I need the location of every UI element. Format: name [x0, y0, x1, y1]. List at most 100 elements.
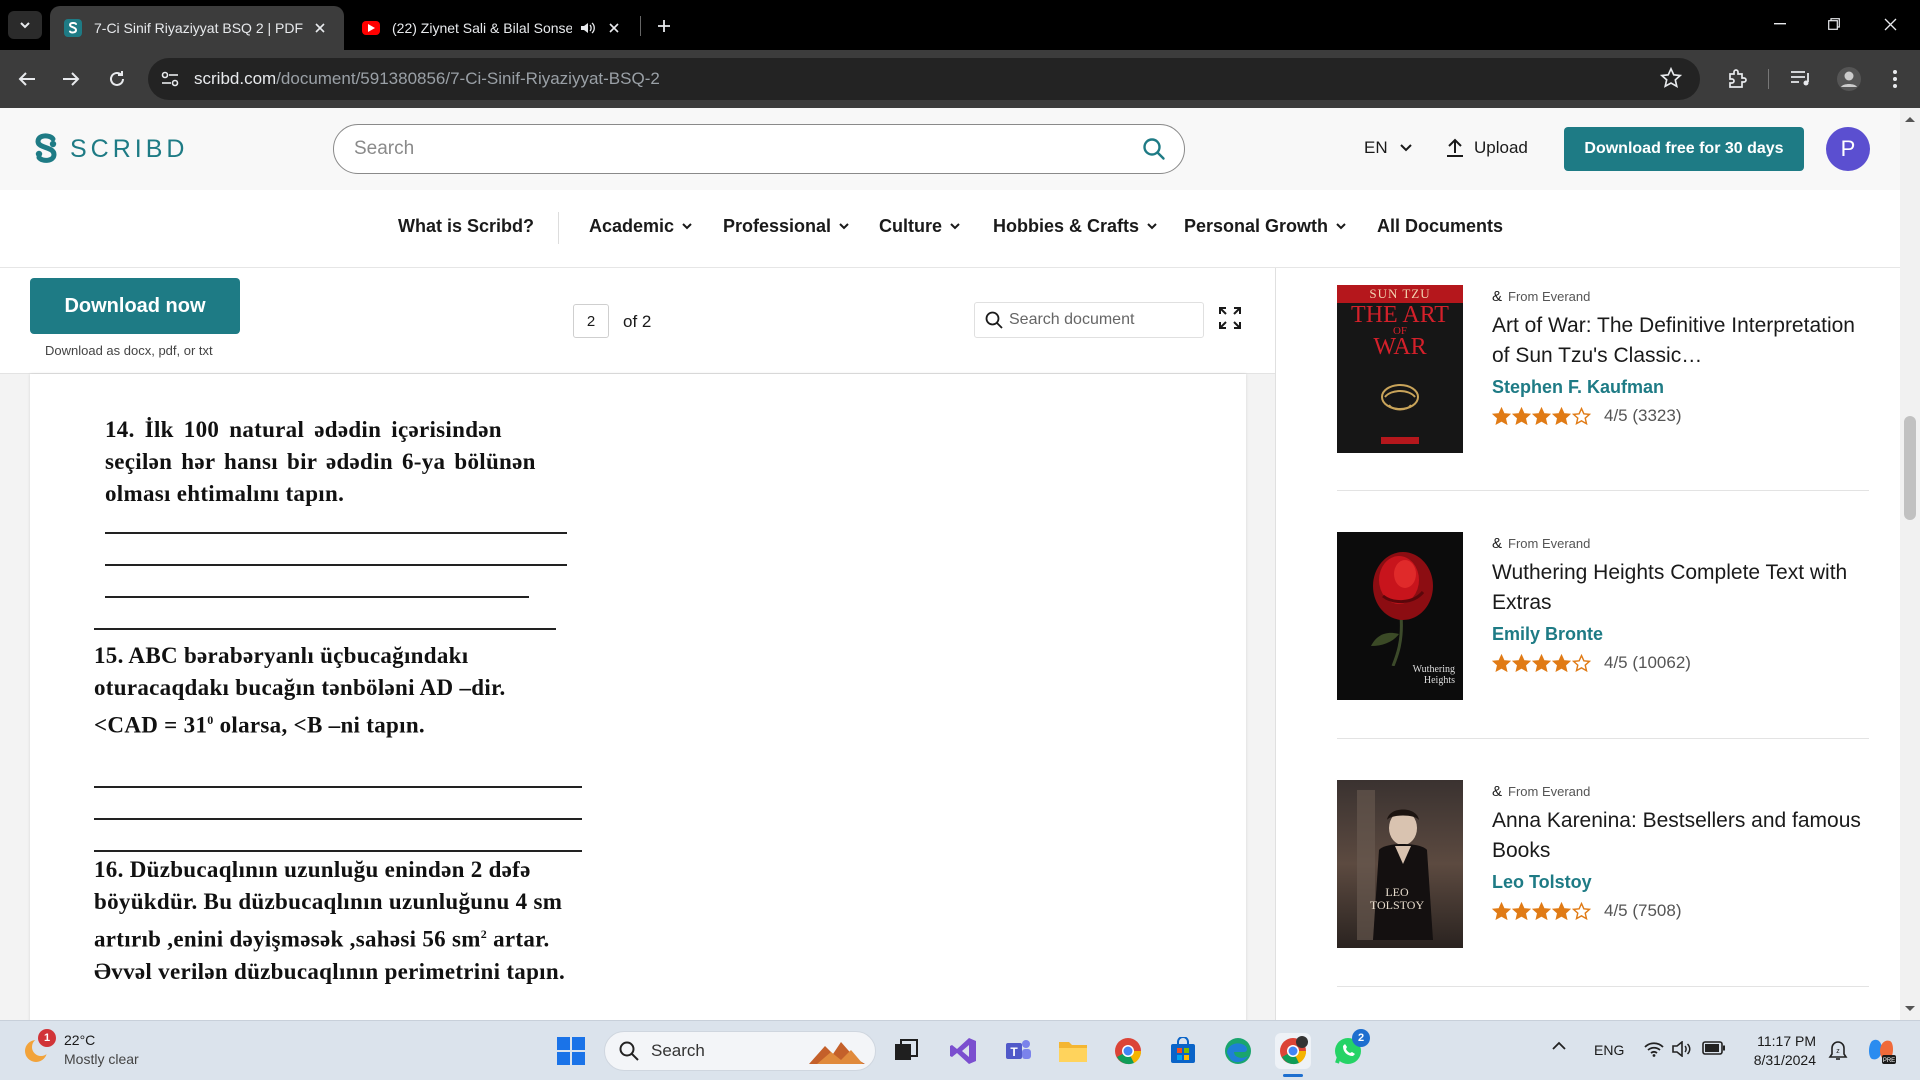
youtube-favicon-icon [362, 21, 380, 35]
book-title[interactable]: Art of War: The Definitive Interpretatio… [1492, 311, 1872, 371]
star-empty-icon [1572, 406, 1591, 425]
close-tab-icon[interactable] [604, 18, 624, 38]
address-bar[interactable]: scribd.com/document/591380856/7-Ci-Sinif… [148, 58, 1700, 100]
weather-widget[interactable]: 1 22°C Mostly clear [20, 1029, 139, 1069]
star-filled-icon [1552, 901, 1571, 920]
book-title[interactable]: Wuthering Heights Complete Text with Ext… [1492, 558, 1872, 618]
chrome-icon[interactable] [1110, 1033, 1146, 1069]
fullscreen-button[interactable] [1218, 306, 1242, 330]
volume-icon[interactable] [1672, 1041, 1692, 1057]
scribd-favicon-icon [64, 19, 82, 37]
rating-stars [1492, 653, 1592, 673]
notifications-icon[interactable]: z [1828, 1039, 1848, 1061]
system-clock[interactable]: 11:17 PM 8/31/2024 [1746, 1032, 1816, 1070]
windows-logo-icon [557, 1037, 585, 1065]
tab-search-button[interactable] [8, 11, 42, 39]
restore-button[interactable] [1812, 8, 1856, 40]
task-view-icon[interactable] [888, 1033, 924, 1069]
book-rating: 4/5 (3323) [1492, 406, 1872, 426]
speaker-icon[interactable] [578, 18, 598, 38]
battery-icon[interactable] [1702, 1041, 1726, 1055]
download-now-button[interactable]: Download now [30, 278, 240, 334]
upload-button[interactable]: Upload [1446, 138, 1528, 158]
book-cover-anna-karenina[interactable]: LEO TOLSTOY [1337, 780, 1463, 948]
chevron-down-icon [682, 223, 692, 230]
nav-culture[interactable]: Culture [879, 216, 960, 237]
more-menu-icon[interactable] [1880, 64, 1910, 94]
question-15: 15. ABC bərabəryanlı üçbucağındakı otura… [94, 643, 506, 738]
forward-button[interactable] [56, 64, 86, 94]
book-author[interactable]: Leo Tolstoy [1492, 872, 1872, 893]
svg-text:z: z [1836, 1048, 1840, 1055]
rating-stars [1492, 406, 1592, 426]
recommendation-item[interactable]: & From Everand Anna Karenina: Bestsellers… [1492, 783, 1872, 921]
recommendation-item[interactable]: & From Everand Art of War: The Definitive… [1492, 288, 1872, 426]
start-button[interactable] [557, 1037, 585, 1065]
bookmark-star-icon[interactable] [1660, 67, 1682, 89]
microsoft-store-icon[interactable] [1165, 1033, 1201, 1069]
edge-icon[interactable] [1220, 1033, 1256, 1069]
nav-what-is-scribd[interactable]: What is Scribd? [398, 216, 534, 237]
media-controls-icon[interactable] [1786, 64, 1816, 94]
wifi-icon[interactable] [1644, 1041, 1664, 1057]
language-selector[interactable]: EN [1364, 138, 1412, 158]
copilot-icon[interactable]: PRE [1866, 1035, 1896, 1065]
whatsapp-icon[interactable]: 2 [1330, 1029, 1370, 1069]
download-free-trial-button[interactable]: Download free for 30 days [1564, 127, 1804, 171]
page-total: of 2 [623, 312, 652, 331]
site-search-input[interactable]: Search [333, 124, 1185, 174]
minimize-button[interactable] [1758, 8, 1802, 40]
book-title[interactable]: Anna Karenina: Bestsellers and famous Bo… [1492, 806, 1872, 866]
close-icon [1884, 18, 1896, 30]
close-tab-icon[interactable] [310, 18, 330, 38]
nav-academic[interactable]: Academic [589, 216, 692, 237]
user-avatar[interactable]: P [1826, 127, 1870, 171]
scroll-up-icon[interactable] [1905, 114, 1915, 124]
nav-personal-growth[interactable]: Personal Growth [1184, 216, 1346, 237]
scrollbar-thumb[interactable] [1904, 416, 1916, 520]
page-scrollbar[interactable] [1900, 108, 1920, 1020]
question-16: 16. Düzbucaqlının uzunluğu enindən 2 dəf… [94, 857, 566, 984]
answer-line [94, 850, 582, 852]
url-text: scribd.com/document/591380856/7-Ci-Sinif… [194, 69, 660, 88]
tab-scribd-document[interactable]: 7-Ci Sinif Riyaziyyat BSQ 2 | PDF [50, 6, 344, 50]
book-author[interactable]: Stephen F. Kaufman [1492, 377, 1872, 398]
toolbar-divider [1768, 69, 1769, 89]
profile-avatar-icon[interactable] [1834, 64, 1864, 94]
star-filled-icon [1532, 901, 1551, 920]
site-info-icon[interactable] [156, 65, 184, 93]
show-hidden-icons[interactable] [1552, 1041, 1566, 1050]
divider [1337, 986, 1869, 987]
scribd-logo[interactable]: SCRIBD [32, 132, 188, 166]
book-cover-art-of-war[interactable]: SUN TZU THE ART OF WAR [1337, 285, 1463, 453]
file-explorer-icon[interactable] [1055, 1033, 1091, 1069]
extensions-icon[interactable] [1722, 64, 1752, 94]
document-search-input[interactable]: Search document [974, 302, 1204, 338]
visual-studio-icon[interactable] [945, 1033, 981, 1069]
close-window-button[interactable] [1868, 8, 1912, 40]
browser-toolbar: scribd.com/document/591380856/7-Ci-Sinif… [0, 50, 1920, 108]
tab-youtube[interactable]: (22) Ziynet Sali & Bilal Sonses [348, 6, 638, 50]
taskbar-search[interactable]: Search [604, 1031, 876, 1071]
document-viewer: Download now Download as docx, pdf, or t… [0, 268, 1276, 1020]
input-language[interactable]: ENG [1594, 1042, 1624, 1058]
chrome-profile-icon[interactable] [1275, 1033, 1311, 1077]
nav-all-documents[interactable]: All Documents [1377, 216, 1503, 237]
nav-hobbies-crafts[interactable]: Hobbies & Crafts [993, 216, 1157, 237]
nav-professional[interactable]: Professional [723, 216, 849, 237]
search-icon [619, 1041, 639, 1061]
reload-button[interactable] [102, 64, 132, 94]
teams-icon[interactable]: T [1000, 1033, 1036, 1069]
from-everand-label: & From Everand [1492, 783, 1591, 800]
star-filled-icon [1512, 901, 1531, 920]
book-cover-wuthering-heights[interactable]: Wuthering Heights [1337, 532, 1463, 700]
star-filled-icon [1532, 653, 1551, 672]
back-button[interactable] [12, 64, 42, 94]
recommendation-item[interactable]: & From Everand Wuthering Heights Complete… [1492, 535, 1872, 673]
search-icon[interactable] [1142, 137, 1166, 161]
book-author[interactable]: Emily Bronte [1492, 624, 1872, 645]
new-tab-button[interactable] [650, 12, 678, 40]
scroll-down-icon[interactable] [1905, 1004, 1915, 1014]
chevron-down-icon [20, 22, 30, 29]
page-number-input[interactable]: 2 [573, 304, 609, 338]
